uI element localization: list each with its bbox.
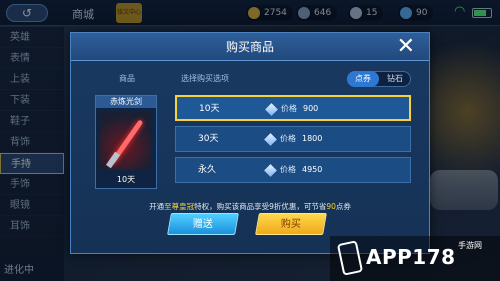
vip-crown-link[interactable]: 至尊皇冠 xyxy=(164,202,194,211)
lightsaber-image xyxy=(100,112,152,170)
close-icon[interactable]: ✕ xyxy=(397,36,415,58)
saber-hilt xyxy=(105,151,121,169)
tab-coupon[interactable]: 点券 xyxy=(347,71,379,87)
watermark-subtext: 手游网 xyxy=(458,241,482,250)
notice-middle: 特权，购买该商品享受9折优惠，可节省 xyxy=(194,202,327,211)
tab-diamond[interactable]: 钻石 xyxy=(379,71,411,87)
price-label: 价格 xyxy=(281,104,297,113)
dialog-header: 购买商品 ✕ xyxy=(71,33,429,61)
watermark-text: APP178 xyxy=(366,245,456,269)
vip-discount-notice: 开通至尊皇冠特权，购买该商品享受9折优惠，可节省90点券 xyxy=(71,201,429,212)
price-label: 价格 xyxy=(280,134,296,143)
coupon-diamond-icon xyxy=(264,133,277,146)
price-value: 1800 xyxy=(302,134,323,143)
price-value: 900 xyxy=(303,104,319,113)
watermark-logo: APP178 手游网 xyxy=(330,236,500,281)
purchase-dialog: 购买商品 ✕ 商品 选择购买选项 点券 钻石 赤炼光剑 10天 10天 价格 9… xyxy=(70,32,430,254)
dialog-title: 购买商品 xyxy=(225,40,274,54)
coupon-diamond-icon xyxy=(265,103,278,116)
item-column-label: 商品 xyxy=(119,74,135,83)
item-name: 赤炼光剑 xyxy=(96,96,156,108)
options-column-label: 选择购买选项 xyxy=(181,74,229,83)
buy-button[interactable]: 购买 xyxy=(255,213,327,235)
price-value: 4950 xyxy=(302,165,323,174)
item-duration: 10天 xyxy=(116,175,136,184)
option-label: 10天 xyxy=(199,104,220,114)
notice-suffix: 点券 xyxy=(335,202,351,211)
price-label: 价格 xyxy=(280,165,296,174)
option-10-days[interactable]: 10天 价格 900 xyxy=(175,95,411,121)
phone-logo-icon xyxy=(336,240,364,276)
option-label: 永久 xyxy=(198,165,217,175)
option-permanent[interactable]: 永久 价格 4950 xyxy=(175,157,411,183)
item-card: 赤炼光剑 10天 xyxy=(95,95,157,189)
option-label: 30天 xyxy=(198,134,219,144)
coupon-diamond-icon xyxy=(264,164,277,177)
gift-button[interactable]: 赠送 xyxy=(167,213,239,235)
currency-tabs: 点券 钻石 xyxy=(347,71,411,87)
notice-prefix: 开通 xyxy=(149,202,165,211)
notice-amount: 90 xyxy=(326,202,336,211)
buy-button-label: 购买 xyxy=(280,219,301,230)
gift-button-label: 赠送 xyxy=(192,219,213,230)
option-30-days[interactable]: 30天 价格 1800 xyxy=(175,126,411,152)
